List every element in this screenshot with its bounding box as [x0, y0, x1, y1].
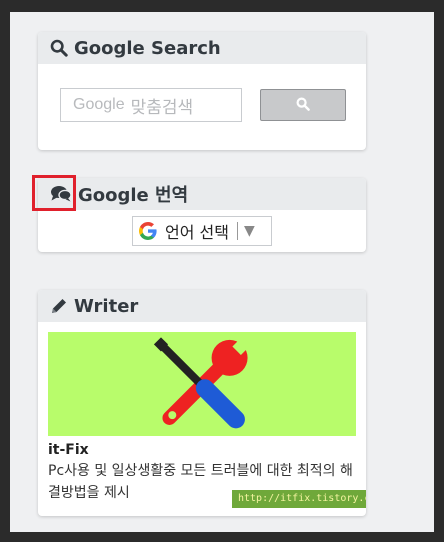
search-row: Google 맞춤검색	[60, 88, 346, 122]
dropdown-arrow-icon[interactable]: ▼	[244, 223, 255, 239]
highlight-box	[32, 175, 76, 211]
language-select[interactable]: 언어 선택 ▼	[132, 216, 272, 246]
search-placeholder: 맞춤검색	[130, 97, 194, 118]
search-button[interactable]	[260, 89, 346, 121]
google-logo-text: Google	[73, 96, 125, 113]
writer-profile-image	[48, 332, 356, 436]
google-translate-header: Google 번역	[38, 178, 366, 210]
writer-header: Writer	[38, 290, 366, 322]
google-search-title: Google Search	[74, 37, 221, 59]
google-translate-widget: Google 번역 언어 선택 ▼	[38, 178, 366, 252]
pencil-icon	[50, 297, 68, 315]
search-icon	[50, 39, 68, 57]
search-input[interactable]: Google 맞춤검색	[60, 88, 242, 122]
google-g-icon	[137, 220, 159, 242]
search-button-icon	[296, 96, 310, 115]
writer-name: it-Fix	[48, 442, 89, 458]
google-translate-title: Google 번역	[78, 185, 189, 206]
sidebar-panel: Google Search Google 맞춤검색 Google 번역 언어 선…	[10, 12, 434, 532]
tools-icon	[153, 336, 251, 429]
writer-title: Writer	[74, 295, 139, 317]
writer-widget: Writer it-Fix Pc사용 및 일상생활중 모든 트러블에 대한 최적…	[38, 290, 366, 516]
blog-url-badge[interactable]: http://itfix.tistory.com	[232, 490, 366, 508]
google-search-header: Google Search	[38, 32, 366, 64]
select-divider	[236, 222, 238, 240]
google-search-widget: Google Search Google 맞춤검색	[38, 32, 366, 150]
language-select-label: 언어 선택	[165, 223, 229, 242]
